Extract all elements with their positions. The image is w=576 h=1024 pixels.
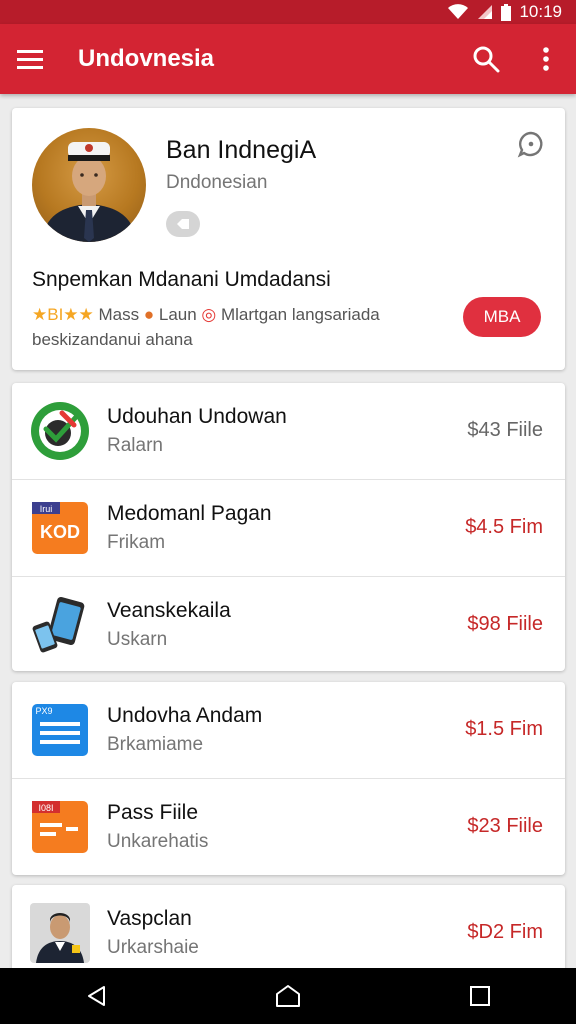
mba-button[interactable]: MBA (463, 297, 541, 337)
search-button[interactable] (456, 24, 516, 94)
kod-app-icon: Irui KOD (32, 502, 88, 554)
battery-icon (501, 3, 512, 21)
pass-file-icon: I08I (32, 801, 88, 853)
meta-line-2: beskizandanui ahana (32, 330, 193, 349)
rating-stars: ★BI★★ (32, 305, 94, 324)
app-title: Undovnesia (78, 45, 215, 72)
meta-text-1: Mass (93, 305, 144, 324)
list-item[interactable]: Irui KOD Medomanl Pagan Frikam $4.5 Fim (12, 480, 565, 577)
kod-text: KOD (40, 522, 80, 542)
item-price: $D2 Fim (467, 921, 543, 943)
wifi-icon (448, 4, 469, 19)
home-button[interactable] (258, 968, 318, 1024)
profile-subtitle: Dndonesian (166, 172, 268, 193)
item-price: $4.5 Fim (465, 516, 543, 538)
system-nav-bar (0, 968, 576, 1024)
item-title: Medomanl Pagan (107, 502, 272, 525)
item-subtitle: Brkamiame (107, 734, 204, 755)
person-avatar-icon (42, 142, 136, 242)
item-price: $23 Fiile (467, 815, 543, 837)
meta-text-2: Laun (154, 305, 202, 324)
chat-bubble-icon (517, 131, 543, 158)
search-icon (473, 46, 500, 73)
menu-button[interactable] (0, 24, 60, 94)
item-price: $43 Fiile (467, 419, 543, 441)
item-subtitle: Unkarehatis (107, 831, 209, 852)
app-bar: Undovnesia (0, 24, 576, 94)
back-button[interactable] (66, 968, 126, 1024)
profile-meta: ★BI★★ Mass ● Laun ◎ Mlartgan langsariada… (32, 302, 452, 352)
item-subtitle: Uskarn (107, 629, 168, 650)
devices-icon (32, 597, 85, 653)
meta-text-3: Mlartgan langsariada (216, 305, 380, 324)
item-subtitle: Urkarshaie (107, 937, 199, 958)
list-card: PX9 Undovha Andam Brkamiame $1.5 Fim I08… (12, 682, 565, 875)
message-button[interactable] (517, 130, 545, 163)
item-subtitle: Frikam (107, 532, 166, 553)
overflow-menu-button[interactable] (516, 24, 576, 94)
item-title: Udouhan Undowan (107, 405, 287, 428)
item-title: Veanskekaila (107, 599, 231, 622)
doc-tag-text: PX9 (35, 706, 52, 716)
target-icon: ◎ (201, 305, 217, 324)
home-icon (276, 985, 300, 1007)
status-bar: 10:19 (0, 0, 576, 24)
back-icon (88, 986, 105, 1006)
profile-tag-chip[interactable] (166, 211, 200, 237)
avatar (32, 128, 146, 242)
list-item[interactable]: I08I Pass Fiile Unkarehatis $23 Fiile (12, 779, 565, 875)
item-title: Pass Fiile (107, 801, 199, 824)
more-vert-icon (543, 47, 549, 71)
tag-icon (177, 219, 189, 229)
list-item[interactable]: Vaspclan Urkarshaie $D2 Fim (12, 885, 565, 980)
check-badge-icon (31, 402, 89, 460)
hamburger-icon (17, 50, 43, 69)
list-item[interactable]: Veanskekaila Uskarn $98 Fiile (12, 577, 565, 671)
list-item[interactable]: PX9 Undovha Andam Brkamiame $1.5 Fim (12, 682, 565, 779)
location-dot-icon: ● (143, 305, 155, 324)
kod-tag-text: Irui (40, 504, 53, 514)
item-price: $1.5 Fim (465, 718, 543, 740)
item-subtitle: Ralarn (107, 435, 163, 456)
recents-icon (470, 986, 490, 1006)
recents-button[interactable] (450, 968, 510, 1024)
pass-tag-text: I08I (38, 803, 53, 813)
item-price: $98 Fiile (467, 613, 543, 635)
list-card: Vaspclan Urkarshaie $D2 Fim (12, 885, 565, 980)
item-title: Undovha Andam (107, 704, 263, 727)
profile-card[interactable]: Ban IndnegiA Dndonesian Snpemkan Mdanani… (12, 108, 565, 370)
person-thumbnail-icon (30, 903, 90, 963)
profile-headline: Snpemkan Mdanani Umdadansi (32, 268, 331, 291)
list-item[interactable]: Udouhan Undowan Ralarn $43 Fiile (12, 383, 565, 480)
signal-icon (478, 5, 493, 19)
item-title: Vaspclan (107, 907, 192, 930)
list-card: Udouhan Undowan Ralarn $43 Fiile Irui KO… (12, 383, 565, 671)
profile-name: Ban IndnegiA (166, 136, 317, 164)
status-time: 10:19 (519, 2, 562, 21)
document-icon: PX9 (32, 704, 88, 756)
